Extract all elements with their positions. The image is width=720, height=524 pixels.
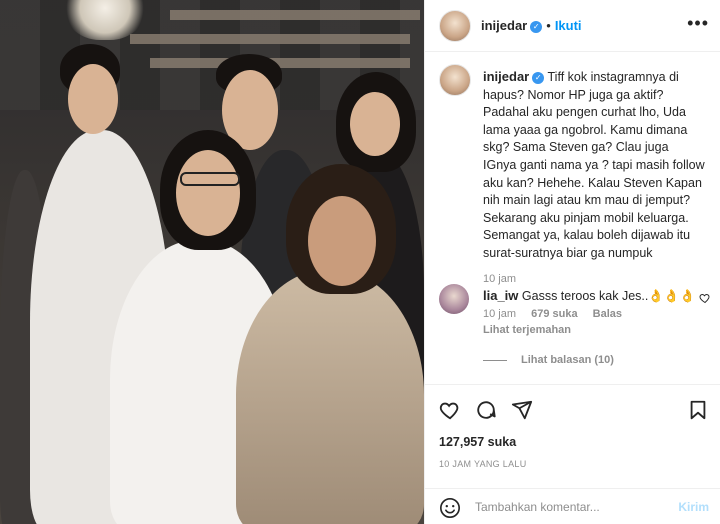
translate-link[interactable]: Lihat terjemahan: [483, 324, 571, 336]
caption-body: Tiff kok instagramnya di hapus? Nomor HP…: [483, 70, 705, 260]
separator-dot: •: [546, 18, 551, 33]
avatar[interactable]: [439, 64, 471, 96]
comment-like-heart-icon[interactable]: [699, 292, 711, 304]
face: [308, 196, 376, 286]
commenter-username[interactable]: lia_iw: [483, 288, 518, 303]
caption-age: 10 jam: [483, 272, 517, 285]
avatar[interactable]: [439, 10, 471, 42]
verified-badge-icon: ✓: [530, 21, 543, 33]
comment-input[interactable]: [475, 498, 665, 516]
glasses: [180, 172, 240, 186]
reply-button[interactable]: Balas: [593, 308, 622, 320]
comment-composer: Kirim: [425, 488, 720, 524]
verified-badge-icon: ✓: [532, 72, 545, 84]
post-header: inijedar ✓ • Ikuti •••: [425, 0, 720, 52]
post-timestamp: 10 JAM YANG LALU: [439, 459, 527, 469]
post-photo[interactable]: [0, 0, 424, 524]
comment-text: lia_iw Gasss teroos kak Jes..👌👌👌: [483, 288, 703, 304]
header-user: inijedar ✓ • Ikuti: [481, 17, 582, 35]
caption-text: inijedar ✓ Tiff kok instagramnya di hapus…: [483, 68, 705, 288]
comment-age: 10 jam: [483, 308, 517, 320]
action-bar: 127,957 suka 10 JAM YANG LALU: [425, 384, 720, 474]
smiley-icon[interactable]: [439, 497, 461, 519]
more-options-icon[interactable]: •••: [687, 14, 709, 32]
commenter-avatar[interactable]: [439, 284, 469, 314]
ceiling-beam: [170, 10, 420, 20]
heart-icon[interactable]: [439, 399, 461, 421]
replies-divider: [483, 359, 507, 361]
ceiling-beam: [130, 34, 410, 44]
comment-body: Gasss teroos kak Jes..👌👌👌: [521, 289, 696, 303]
post-sidebar: inijedar ✓ • Ikuti ••• inijedar ✓ Tiff kok i…: [424, 0, 720, 524]
follow-button[interactable]: Ikuti: [555, 18, 582, 33]
person-woman-lace: [236, 270, 424, 524]
share-icon[interactable]: [511, 399, 533, 421]
username-link[interactable]: inijedar: [481, 18, 527, 33]
comment-likes[interactable]: 679 suka: [531, 308, 577, 320]
view-replies-label: Lihat balasan (10): [521, 354, 614, 366]
caption-username[interactable]: inijedar: [483, 69, 529, 84]
post-comment-button[interactable]: Kirim: [678, 500, 709, 514]
likes-count[interactable]: 127,957 suka: [439, 435, 516, 449]
comment-icon[interactable]: [475, 399, 497, 421]
face: [68, 64, 118, 134]
face: [350, 92, 400, 156]
face: [176, 150, 240, 236]
comment-meta: 10 jam 679 suka Balas: [483, 308, 634, 320]
bookmark-icon[interactable]: [687, 399, 709, 421]
view-replies-button[interactable]: Lihat balasan (10): [483, 354, 614, 366]
